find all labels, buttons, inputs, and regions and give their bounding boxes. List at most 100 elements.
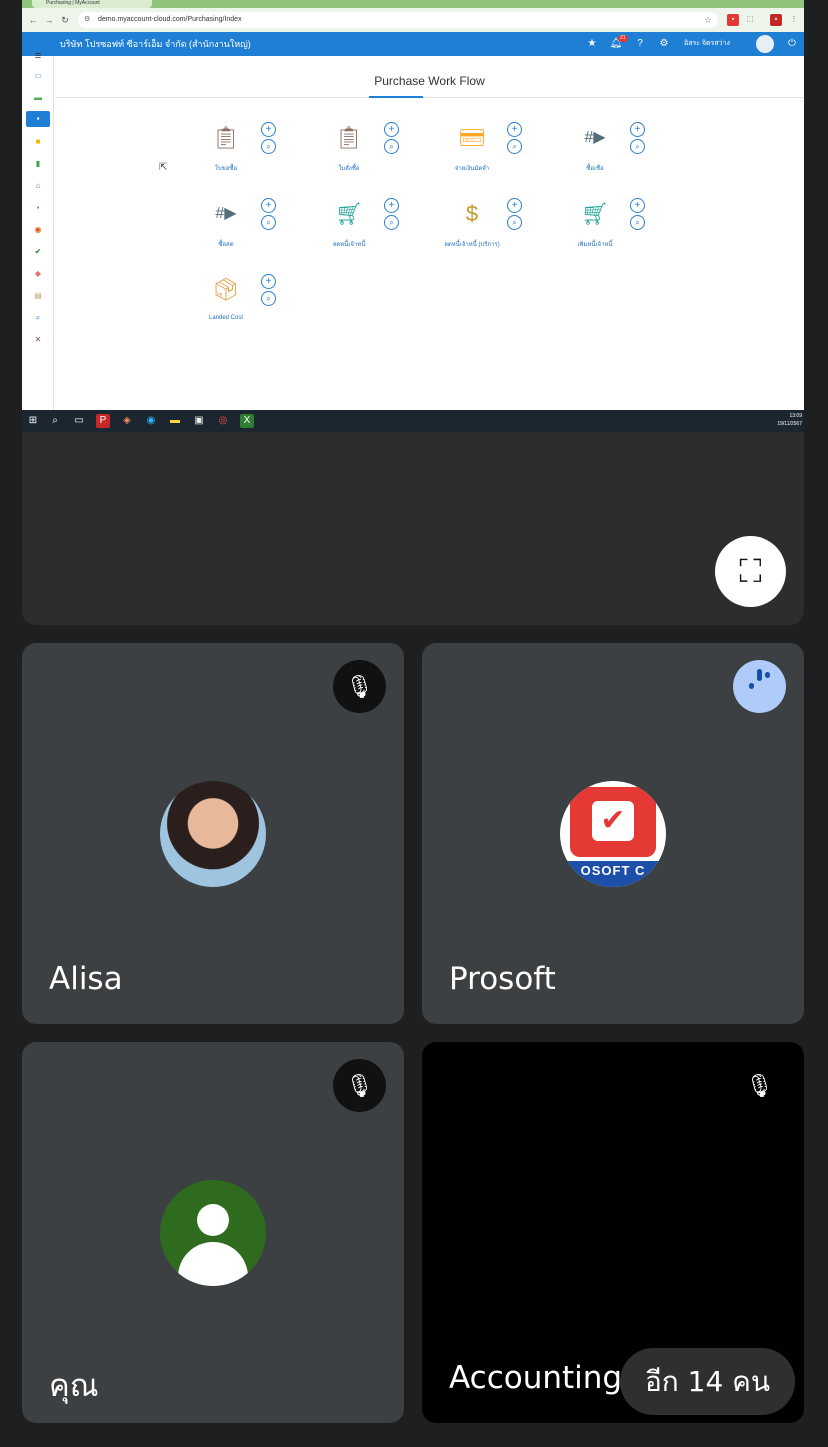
view-search-button[interactable]: ⌕ [261, 215, 276, 230]
store-icon[interactable]: ▣ [192, 414, 206, 428]
mic-off-icon: 🎙︎ [745, 1073, 774, 1098]
chrome-icon[interactable]: ◎ [216, 414, 230, 428]
fullscreen-icon[interactable]: ⛶ [715, 536, 786, 607]
edge-icon[interactable]: ◉ [144, 414, 158, 428]
sidebar-check-icon[interactable]: ✔ [26, 244, 50, 260]
sidebar-box-icon[interactable]: ■ [26, 134, 50, 150]
participant-tile-you[interactable]: 🎙︎ คุณ [22, 1042, 404, 1423]
username[interactable]: อิสระ จิตรสว่าง [684, 32, 730, 56]
sidebar-tools-icon[interactable]: ✕ [26, 332, 50, 348]
sidebar-people-icon[interactable]: ◉ [26, 222, 50, 238]
avatar [160, 1180, 266, 1286]
workflow-item-debit-note[interactable]: 🛒︎ + ⌕ ลดหนี้เจ้าหนี้ [312, 198, 402, 264]
add-button[interactable]: + [630, 198, 645, 213]
title-underline [369, 96, 423, 98]
sidebar-briefcase-icon[interactable]: ▪ [26, 200, 50, 216]
menu-toggle-icon[interactable]: ≡ [26, 48, 50, 64]
participant-name: Accounting [449, 1360, 623, 1396]
bookmark-star-icon[interactable]: ☆ [704, 12, 712, 28]
view-search-button[interactable]: ⌕ [384, 139, 399, 154]
participant-tile-prosoft[interactable]: ✔ OSOFT C Prosoft [422, 643, 804, 1024]
workflow-label[interactable]: จ่ายเงินมัดจำ [435, 163, 509, 173]
user-avatar[interactable] [756, 35, 774, 53]
participant-name: คุณ [49, 1368, 99, 1404]
copilot-icon[interactable]: ◈ [120, 414, 134, 428]
workflow-label[interactable]: ซื้อสด [189, 239, 263, 249]
taskbar-search-icon[interactable]: ⌕ [48, 414, 62, 428]
add-button[interactable]: + [384, 122, 399, 137]
settings-gear-icon[interactable]: ⚙ [656, 32, 672, 56]
sidebar-cash-icon[interactable]: ▬ [26, 90, 50, 106]
screen-share-tile[interactable]: Purchasing | MyAccount ← → ↻ ⚙ demo.myac… [22, 0, 804, 625]
person-head-icon [197, 1204, 229, 1236]
profile-icon[interactable]: ▪ [770, 14, 782, 26]
windows-start-icon[interactable]: ⊞ [26, 414, 40, 428]
workflow-item-deposit[interactable]: 💳︎ + ⌕ จ่ายเงินมัดจำ [435, 122, 525, 188]
participant-tile-alisa[interactable]: 🎙︎ Alisa [22, 643, 404, 1024]
workflow-label[interactable]: ลดหนี้เจ้าหนี้ (บริการ) [435, 239, 509, 249]
workflow-item-credit-note[interactable]: 🛒︎ + ⌕ เพิ่มหนี้เจ้าหนี้ [558, 198, 648, 264]
add-button[interactable]: + [507, 198, 522, 213]
workflow-item-po[interactable]: 📋︎ + ⌕ ใบสั่งซื้อ [312, 122, 402, 188]
extensions-puzzle-icon[interactable]: ⬚ [744, 14, 756, 26]
reload-icon[interactable]: ↻ [58, 13, 72, 27]
site-info-icon[interactable]: ⚙ [84, 12, 90, 28]
workflow-item-cash-purchase[interactable]: #▶ + ⌕ ซื้อสด [189, 198, 279, 264]
view-search-button[interactable]: ⌕ [507, 215, 522, 230]
excel-icon[interactable]: X [240, 414, 254, 428]
app-sidebar: ≡ ▭ ▬ ▪ ■ ▮ ⌂ ▪ ◉ ✔ ◆ ▤ ⌕ ✕ [22, 50, 54, 410]
help-icon[interactable]: ? [632, 32, 648, 56]
view-search-button[interactable]: ⌕ [261, 139, 276, 154]
more-participants-button[interactable]: อีก 14 คน [620, 1348, 795, 1415]
add-button[interactable]: + [630, 122, 645, 137]
workflow-item-landed-cost[interactable]: 📦︎ + ⌕ Landed Cost [189, 274, 279, 340]
browser-tab[interactable]: Purchasing | MyAccount [32, 0, 152, 8]
workflow-item-pr[interactable]: 📋︎ + ⌕ ใบขอซื้อ [189, 122, 279, 188]
sidebar-search-icon[interactable]: ⌕ [26, 310, 50, 326]
view-search-button[interactable]: ⌕ [507, 139, 522, 154]
workflow-label[interactable]: เพิ่มหนี้เจ้าหนี้ [558, 239, 632, 249]
add-button[interactable]: + [507, 122, 522, 137]
forward-icon[interactable]: → [42, 13, 56, 27]
task-view-icon[interactable]: ▭ [72, 414, 86, 428]
sidebar-report-icon[interactable]: ▤ [26, 288, 50, 304]
workflow-label[interactable]: ใบสั่งซื้อ [312, 163, 386, 173]
sidebar-book-icon[interactable]: ▮ [26, 156, 50, 172]
workflow-label[interactable]: ใบขอซื้อ [189, 163, 263, 173]
star-icon[interactable]: ★ [584, 32, 600, 56]
add-button[interactable]: + [384, 198, 399, 213]
app-header: บริษัท โปรซอฟท์ ซีอาร์เอ็ม จำกัด (สำนักง… [22, 32, 804, 56]
address-bar[interactable]: ⚙ demo.myaccount-cloud.com/Purchasing/In… [78, 12, 718, 28]
back-icon[interactable]: ← [26, 13, 40, 27]
workflow-label[interactable]: ลดหนี้เจ้าหนี้ [312, 239, 386, 249]
sidebar-dashboard-icon[interactable]: ▭ [26, 68, 50, 84]
sidebar-purchasing-icon[interactable]: ▪ [26, 111, 50, 127]
avatar-logo-text: OSOFT C [560, 861, 666, 887]
main-content: Purchase Work Flow ⇱ 📋︎ + ⌕ ใบขอซื้อ 📋︎ … [55, 56, 804, 410]
view-search-button[interactable]: ⌕ [630, 139, 645, 154]
power-icon[interactable]: ⏻ [784, 32, 800, 56]
extension-icon[interactable]: ▪ [727, 14, 739, 26]
sidebar-bank-icon[interactable]: ⌂ [26, 178, 50, 194]
sidebar-cube-icon[interactable]: ◆ [26, 266, 50, 282]
landed-cost-icon: 📦︎ [212, 277, 240, 302]
workflow-label[interactable]: Landed Cost [189, 315, 263, 321]
file-explorer-icon[interactable]: ▬ [168, 414, 182, 428]
participant-name: Prosoft [449, 961, 556, 997]
add-button[interactable]: + [261, 122, 276, 137]
view-search-button[interactable]: ⌕ [384, 215, 399, 230]
participant-tile-accounting[interactable]: 🎙︎ Accounting อีก 14 คน [422, 1042, 804, 1423]
workflow-item-credit-purchase[interactable]: #▶ + ⌕ ซื้อเชื่อ [558, 122, 648, 188]
view-search-button[interactable]: ⌕ [630, 215, 645, 230]
taskbar-clock[interactable]: 13:09 19/11/2567 [777, 412, 802, 428]
deposit-payment-icon: 💳︎ [458, 125, 486, 150]
view-search-button[interactable]: ⌕ [261, 291, 276, 306]
add-button[interactable]: + [261, 274, 276, 289]
workflow-label[interactable]: ซื้อเชื่อ [558, 163, 632, 173]
browser-menu-icon[interactable]: ⋮ [788, 14, 800, 26]
person-body-icon [178, 1242, 248, 1286]
add-button[interactable]: + [261, 198, 276, 213]
browser-toolbar: ← → ↻ ⚙ demo.myaccount-cloud.com/Purchas… [22, 8, 804, 32]
powerpoint-icon[interactable]: P [96, 414, 110, 428]
workflow-item-debit-note-service[interactable]: $ + ⌕ ลดหนี้เจ้าหนี้ (บริการ) [435, 198, 525, 264]
